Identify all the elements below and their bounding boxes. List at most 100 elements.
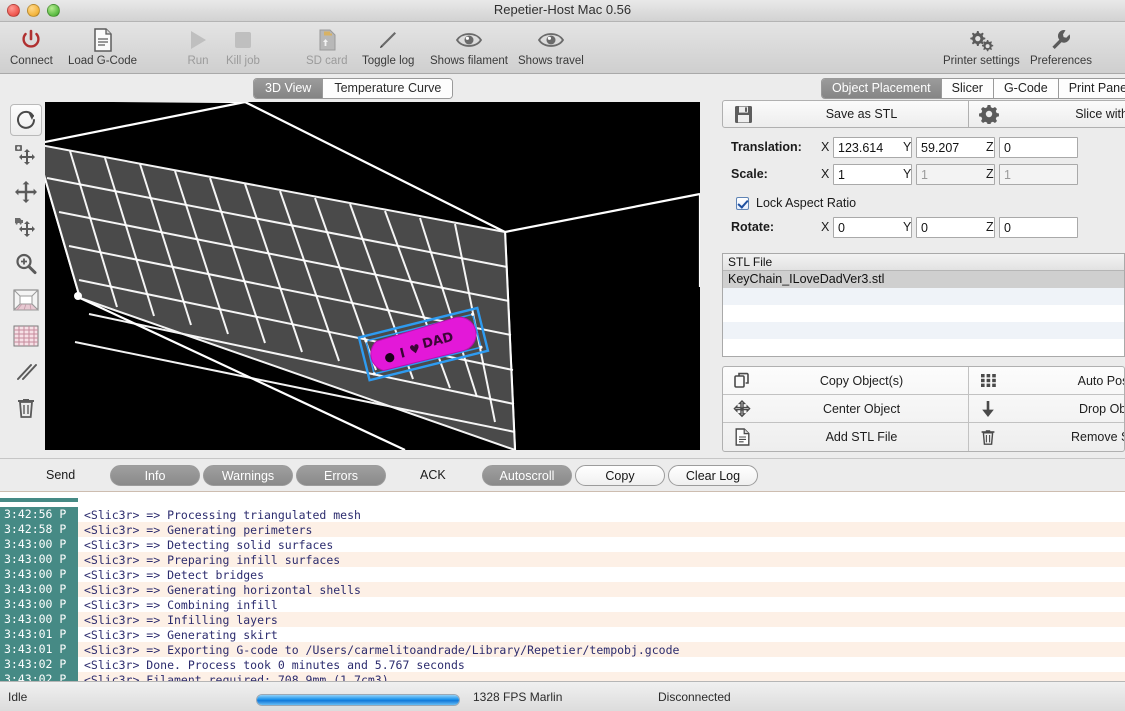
- tab-3d-view[interactable]: 3D View: [254, 79, 324, 98]
- shows-filament-label: Shows filament: [430, 55, 508, 67]
- preferences-button[interactable]: Preferences: [1030, 24, 1092, 72]
- printer-settings-button[interactable]: Printer settings: [943, 24, 1020, 72]
- connect-button[interactable]: Connect: [10, 24, 53, 72]
- log-message: <Slic3r> => Generating perimeters: [84, 522, 313, 537]
- stop-icon: [231, 27, 255, 53]
- translation-x-axis-label: X: [821, 140, 830, 154]
- stl-list-item[interactable]: [723, 305, 1124, 322]
- object-action-grid: Copy Object(s) Auto Positi: [722, 366, 1125, 452]
- stl-list-item[interactable]: [723, 339, 1124, 356]
- stl-list-item[interactable]: [723, 288, 1124, 305]
- load-gcode-label: Load G-Code: [68, 55, 138, 67]
- remove-stl-label: Remove STL: [1071, 430, 1124, 444]
- tab-object-placement[interactable]: Object Placement: [822, 79, 942, 98]
- send-label: Send: [46, 468, 76, 482]
- rotate-view-tool[interactable]: [10, 104, 42, 136]
- scale-z-input[interactable]: [999, 164, 1078, 185]
- add-stl-file-button[interactable]: Add STL File: [723, 423, 969, 451]
- rotate-y-input[interactable]: [916, 217, 995, 238]
- repetier-host-window: Repetier-Host Mac 0.56 Connect Load G-Co…: [0, 0, 1125, 711]
- status-bar: Idle 1328 FPS Marlin Disconnected: [0, 681, 1125, 711]
- translation-y-axis-label: Y: [903, 140, 912, 154]
- bed-origin-marker: [74, 292, 82, 300]
- log-message: <Slic3r> => Combining infill: [84, 597, 278, 612]
- tab-print-panel[interactable]: Print Panel: [1058, 79, 1125, 98]
- copy-objects-button[interactable]: Copy Object(s): [723, 367, 969, 394]
- log-line: 3:43:00 P <Slic3r> => Combining infill: [0, 597, 1125, 612]
- gears-icon: [966, 27, 996, 53]
- slice-with-slicer-button[interactable]: Slice with S: [969, 101, 1125, 127]
- move-view-tool[interactable]: [10, 176, 42, 208]
- load-gcode-button[interactable]: Load G-Code: [68, 24, 137, 72]
- shows-travel-button[interactable]: Shows travel: [518, 24, 584, 72]
- scale-x-input[interactable]: [833, 164, 912, 185]
- stl-list-item[interactable]: KeyChain_ILoveDadVer3.stl: [723, 271, 1124, 288]
- move-printer-tool[interactable]: [10, 212, 42, 244]
- log-line: 3:43:00 P <Slic3r> => Preparing infill s…: [0, 552, 1125, 567]
- log-filter-errors-button[interactable]: Errors: [296, 465, 386, 486]
- trash-icon: [15, 396, 37, 420]
- rotate-x-axis-label: X: [821, 220, 830, 234]
- status-progress-fill: [257, 695, 459, 705]
- stl-file-list[interactable]: STL File KeyChain_ILoveDadVer3.stl: [722, 253, 1125, 357]
- remove-stl-button[interactable]: Remove STL: [969, 423, 1124, 451]
- gear-icon: [969, 104, 1009, 124]
- object-action-row: Center Object Drop Obje: [723, 395, 1124, 423]
- tab-slicer[interactable]: Slicer: [941, 79, 994, 98]
- move-object-tool[interactable]: [10, 140, 42, 172]
- log-copy-button[interactable]: Copy: [575, 465, 665, 486]
- tab-gcode[interactable]: G-Code: [993, 79, 1059, 98]
- translation-x-input[interactable]: [833, 137, 912, 158]
- run-button[interactable]: Run: [186, 24, 210, 72]
- eye-icon: [537, 27, 565, 53]
- grid-dots-icon: [969, 373, 1007, 388]
- drop-object-button[interactable]: Drop Obje: [969, 395, 1125, 422]
- log-line: 3:43:02 P <Slic3r> Filament required: 70…: [0, 672, 1125, 681]
- rotate-label: Rotate:: [731, 220, 775, 234]
- status-progress-bar: [256, 694, 460, 706]
- log-view[interactable]: 3:42:56 P <Slic3r> => Processing triangu…: [0, 491, 1125, 681]
- log-timestamp: 3:42:56 P: [0, 507, 78, 522]
- log-clear-button[interactable]: Clear Log: [668, 465, 758, 486]
- tab-temperature-curve[interactable]: Temperature Curve: [323, 79, 453, 98]
- log-timestamp: [0, 497, 78, 502]
- stl-list-item[interactable]: [723, 322, 1124, 339]
- save-as-stl-button[interactable]: Save as STL: [723, 101, 969, 127]
- log-autoscroll-button[interactable]: Autoscroll: [482, 465, 572, 486]
- floppy-disk-icon: [723, 105, 763, 124]
- preferences-label: Preferences: [1030, 55, 1093, 67]
- show-edges-tool[interactable]: [10, 356, 42, 388]
- lock-aspect-ratio-checkbox[interactable]: [736, 197, 749, 210]
- log-timestamp: 3:43:02 P: [0, 672, 78, 681]
- rotate-y-axis-label: Y: [903, 220, 912, 234]
- show-grid-tool[interactable]: [10, 320, 42, 352]
- center-object-button[interactable]: Center Object: [723, 395, 969, 422]
- sd-card-button[interactable]: SD card: [306, 24, 348, 72]
- trash-icon: [969, 428, 1007, 446]
- log-timestamp: 3:43:00 P: [0, 612, 78, 627]
- kill-job-button[interactable]: Kill job: [226, 24, 260, 72]
- auto-position-button[interactable]: Auto Positi: [969, 367, 1124, 394]
- 3d-viewport[interactable]: I ♥ DAD: [45, 102, 700, 450]
- toggle-log-button[interactable]: Toggle log: [362, 24, 414, 72]
- status-state: Idle: [8, 690, 28, 704]
- log-filter-warnings-button[interactable]: Warnings: [203, 465, 293, 486]
- show-box-tool[interactable]: [10, 284, 42, 316]
- rotate-z-axis-label: Z: [986, 220, 994, 234]
- translation-y-input[interactable]: [916, 137, 995, 158]
- translation-row: Translation: X Y Z: [713, 136, 1125, 162]
- rotate-z-input[interactable]: [999, 217, 1078, 238]
- log-message: <Slic3r> => Generating horizontal shells: [84, 582, 361, 597]
- shows-filament-button[interactable]: Shows filament: [430, 24, 508, 72]
- save-as-stl-label: Save as STL: [825, 107, 898, 121]
- translation-z-input[interactable]: [999, 137, 1078, 158]
- delete-tool[interactable]: [10, 392, 42, 424]
- object-action-row: Copy Object(s) Auto Positi: [723, 367, 1124, 395]
- log-line: 3:43:01 P <Slic3r> => Generating skirt: [0, 627, 1125, 642]
- log-filter-info-button[interactable]: Info: [110, 465, 200, 486]
- document-icon: [92, 27, 114, 53]
- scale-y-input[interactable]: [916, 164, 995, 185]
- rotate-x-input[interactable]: [833, 217, 912, 238]
- drop-object-label: Drop Obje: [1079, 401, 1125, 416]
- zoom-tool[interactable]: [10, 248, 42, 280]
